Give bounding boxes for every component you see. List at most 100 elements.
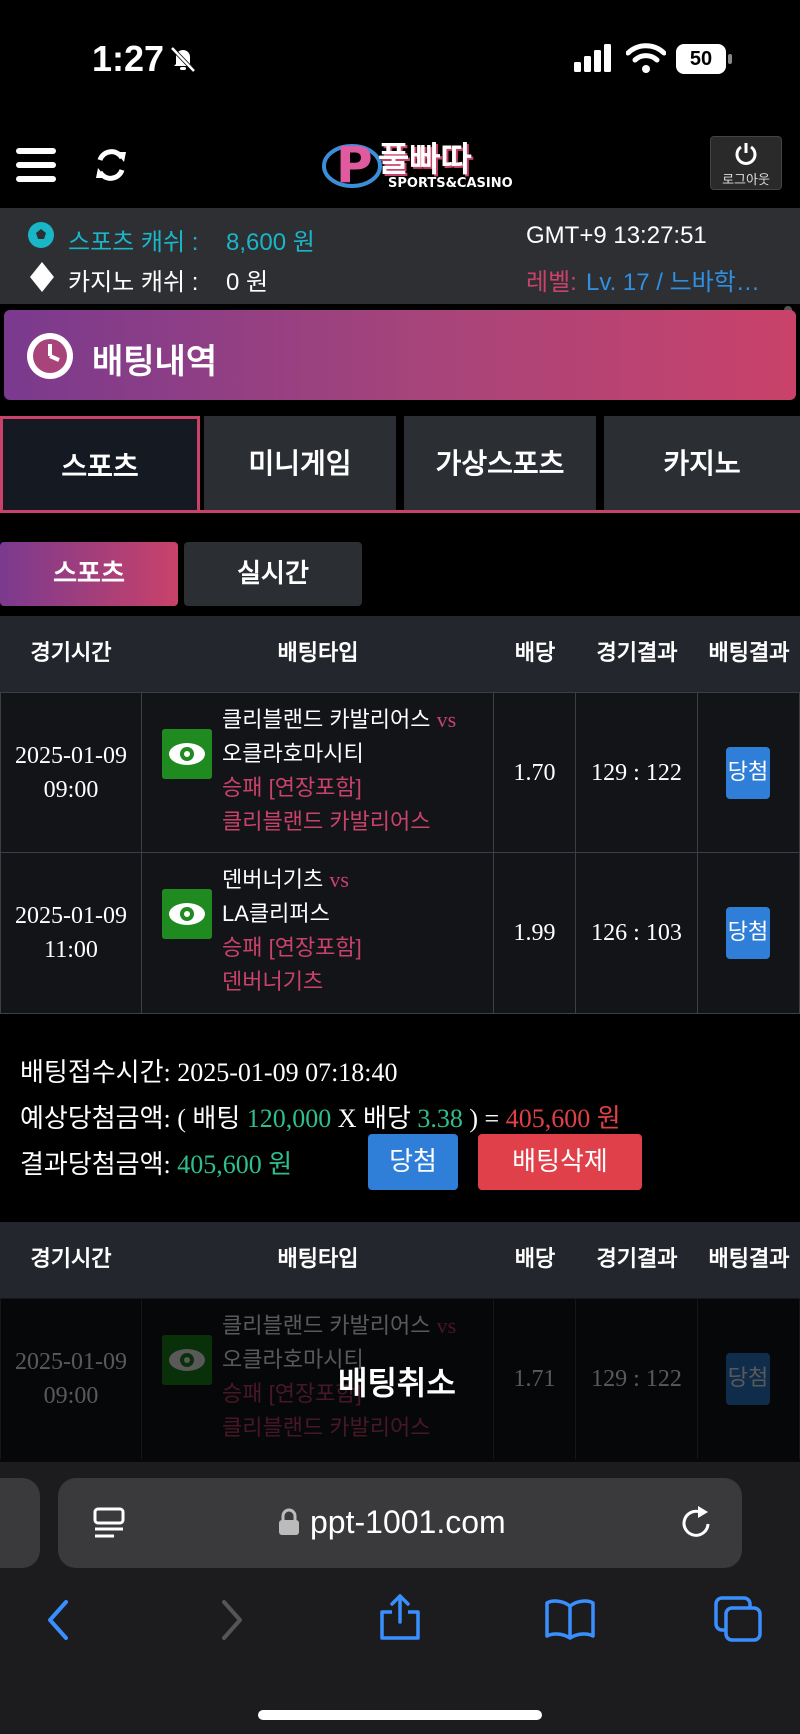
expected-value: 405,600 원 bbox=[505, 1104, 621, 1133]
bookmarks-icon[interactable] bbox=[544, 1598, 596, 1640]
received-value: 2025-01-09 07:18:40 bbox=[177, 1058, 398, 1087]
market-name: 승패 [연장포함] bbox=[222, 935, 362, 960]
reader-icon[interactable] bbox=[92, 1506, 126, 1540]
status-time: 1:27 bbox=[92, 38, 165, 79]
market-name: 승패 [연장포함] bbox=[222, 775, 362, 800]
logo-p-icon: P bbox=[322, 136, 382, 194]
sports-cash-label: 스포츠 캐쉬 : bbox=[68, 229, 199, 256]
row-odds: 1.99 bbox=[494, 853, 576, 1013]
col-result: 배팅결과 bbox=[708, 641, 790, 666]
refresh-icon[interactable] bbox=[92, 146, 130, 184]
site-logo[interactable]: P 풀빠따 SPORTS&CASINO bbox=[322, 132, 513, 196]
tab-virtual-sports[interactable]: 가상스포츠 bbox=[404, 416, 596, 512]
vs-label: vs bbox=[436, 707, 457, 732]
row-odds: 1.71 bbox=[494, 1299, 576, 1459]
result-payout-line: 결과당첨금액: 405,600 원 bbox=[20, 1144, 292, 1181]
previous-tab-card[interactable] bbox=[0, 1478, 40, 1568]
bet-pick: 클리블랜드 카발리어스 bbox=[222, 809, 431, 834]
col-result: 배팅결과 bbox=[708, 1247, 790, 1272]
row-odds: 1.70 bbox=[494, 693, 576, 853]
bet-table-header: 경기시간 배팅타입 배당 경기결과 배팅결과 bbox=[0, 1222, 800, 1298]
soccer-ball-icon bbox=[28, 222, 54, 248]
times-odds-label: X 배당 bbox=[337, 1104, 411, 1133]
result-value: 405,600 원 bbox=[177, 1150, 293, 1179]
expected-label: 예상당첨금액: ( 배팅 bbox=[20, 1104, 241, 1133]
diamond-icon bbox=[30, 262, 54, 292]
tab-casino[interactable]: 카지노 bbox=[604, 416, 800, 512]
result-label: 결과당첨금액: bbox=[20, 1150, 171, 1179]
home-team: 덴버너기츠 bbox=[222, 867, 324, 892]
row-date: 2025-01-09 bbox=[15, 743, 127, 769]
tab-sports[interactable]: 스포츠 bbox=[0, 416, 200, 512]
eye-icon[interactable] bbox=[162, 1335, 212, 1385]
page-title: 배팅내역 bbox=[92, 342, 218, 382]
share-icon[interactable] bbox=[378, 1592, 422, 1642]
forward-icon[interactable] bbox=[218, 1598, 246, 1642]
col-odds: 배당 bbox=[514, 641, 556, 666]
delete-bet-button[interactable]: 배팅삭제 bbox=[478, 1134, 642, 1190]
row-score: 126 : 103 bbox=[576, 853, 698, 1013]
wifi-icon bbox=[626, 43, 666, 73]
url-text[interactable]: ppt-1001.com bbox=[310, 1504, 506, 1541]
expected-payout-line: 예상당첨금액: ( 배팅 120,000 X 배당 3.38 ) = 405,6… bbox=[20, 1098, 621, 1135]
home-team: 클리블랜드 카발리어스 bbox=[222, 707, 431, 732]
history-clock-icon bbox=[27, 333, 73, 379]
bet-cancelled-label: 배팅취소 bbox=[338, 1364, 456, 1402]
subtab-sports[interactable]: 스포츠 bbox=[0, 542, 178, 606]
menu-icon[interactable] bbox=[16, 148, 56, 182]
bet-pick: 클리블랜드 카발리어스 bbox=[222, 1415, 431, 1440]
col-bet-type: 배팅타입 bbox=[277, 1247, 359, 1272]
bell-muted-icon bbox=[170, 46, 196, 73]
match-info: 덴버너기츠 vs LA클리퍼스 승패 [연장포함] 덴버너기츠 bbox=[222, 863, 362, 999]
col-score: 경기결과 bbox=[596, 641, 678, 666]
result-badge[interactable]: 당첨 bbox=[726, 747, 770, 799]
battery-icon: 50 bbox=[676, 44, 734, 74]
power-icon bbox=[735, 143, 757, 165]
reload-icon[interactable] bbox=[680, 1504, 716, 1542]
vs-label: vs bbox=[329, 867, 349, 892]
tab-minigame[interactable]: 미니게임 bbox=[204, 416, 396, 512]
tab-underline bbox=[0, 510, 800, 513]
table-row: 2025-01-09 09:00 클리블랜드 카발리어스 vs 오클라호마시티 … bbox=[0, 692, 800, 853]
casino-cash-label: 카지노 캐쉬 : bbox=[68, 269, 199, 296]
row-date: 2025-01-09 bbox=[15, 903, 127, 929]
away-team: 오클라호마시티 bbox=[222, 741, 364, 766]
col-game-time: 경기시간 bbox=[30, 1247, 112, 1272]
subtab-live[interactable]: 실시간 bbox=[184, 542, 362, 606]
back-icon[interactable] bbox=[44, 1598, 72, 1642]
received-label: 배팅접수시간: bbox=[20, 1058, 171, 1087]
bet-table-header: 경기시간 배팅타입 배당 경기결과 배팅결과 bbox=[0, 616, 800, 692]
row-time: 09:00 bbox=[43, 1383, 99, 1409]
casino-cash-value: 0 원 bbox=[226, 269, 269, 296]
col-score: 경기결과 bbox=[596, 1247, 678, 1272]
cellular-signal-icon bbox=[574, 44, 611, 72]
home-indicator[interactable] bbox=[258, 1710, 542, 1720]
logout-label: 로그아웃 bbox=[722, 173, 770, 188]
stake-amount: 120,000 bbox=[246, 1104, 332, 1133]
tabs-icon[interactable] bbox=[714, 1596, 762, 1642]
vs-label: vs bbox=[436, 1313, 457, 1338]
battery-level: 50 bbox=[689, 48, 713, 70]
result-badge[interactable]: 당첨 bbox=[726, 1353, 770, 1405]
home-team: 클리블랜드 카발리어스 bbox=[222, 1313, 431, 1338]
level-value: Lv. 17 / 느바학… bbox=[586, 269, 760, 296]
row-time: 09:00 bbox=[43, 777, 99, 803]
col-game-time: 경기시간 bbox=[30, 641, 112, 666]
sports-cash-value: 8,600 원 bbox=[226, 229, 315, 256]
col-bet-type: 배팅타입 bbox=[277, 641, 359, 666]
result-badge[interactable]: 당첨 bbox=[726, 907, 770, 959]
table-row: 2025-01-09 11:00 덴버너기츠 vs LA클리퍼스 승패 [연장포… bbox=[0, 852, 800, 1014]
lock-icon bbox=[279, 1508, 299, 1535]
equals-label: ) = bbox=[469, 1104, 500, 1133]
row-date: 2025-01-09 bbox=[15, 1349, 127, 1375]
win-status-button[interactable]: 당첨 bbox=[368, 1134, 458, 1190]
row-score: 129 : 122 bbox=[576, 693, 698, 853]
eye-icon[interactable] bbox=[162, 889, 212, 939]
logo-title: 풀빠따 bbox=[378, 140, 472, 180]
row-time: 11:00 bbox=[44, 937, 98, 963]
col-odds: 배당 bbox=[514, 1247, 556, 1272]
svg-text:P: P bbox=[336, 136, 373, 194]
bet-pick: 덴버너기츠 bbox=[222, 969, 324, 994]
eye-icon[interactable] bbox=[162, 729, 212, 779]
logout-button[interactable]: 로그아웃 bbox=[710, 136, 782, 190]
